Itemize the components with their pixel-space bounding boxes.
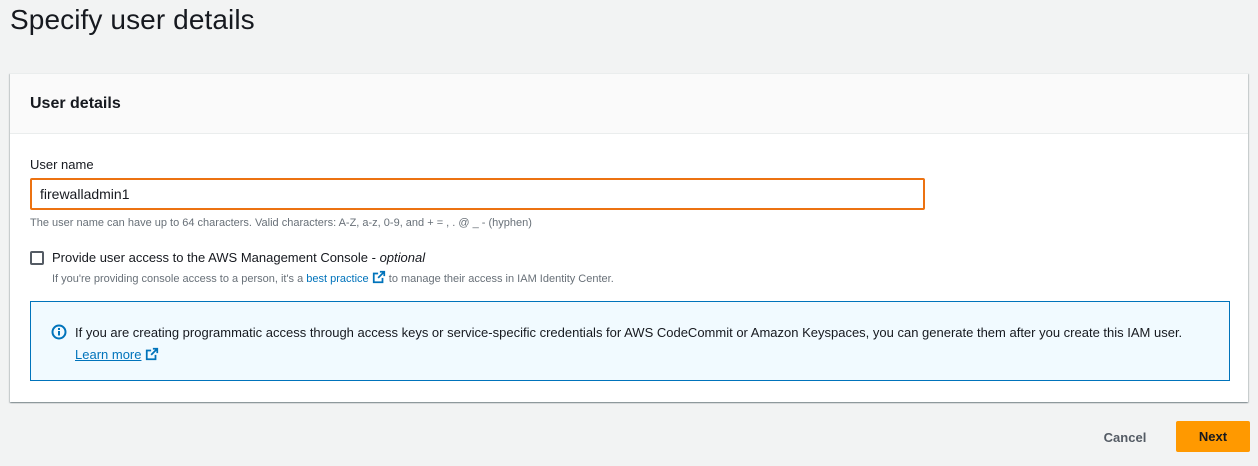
info-icon bbox=[51, 324, 67, 347]
console-access-checkbox[interactable] bbox=[30, 251, 44, 265]
learn-more-link-text: Learn more bbox=[75, 347, 142, 362]
panel-header: User details bbox=[10, 74, 1248, 134]
external-link-icon bbox=[372, 270, 386, 287]
username-input[interactable] bbox=[30, 178, 925, 210]
console-access-label-text: Provide user access to the AWS Managemen… bbox=[52, 250, 380, 265]
username-label: User name bbox=[30, 157, 94, 172]
console-desc-after: to manage their access in IAM Identity C… bbox=[385, 273, 614, 285]
page-title: Specify user details bbox=[10, 4, 255, 35]
best-practice-link-text: best practice bbox=[306, 273, 369, 285]
info-text: If you are creating programmatic access … bbox=[75, 325, 1183, 340]
panel-title: User details bbox=[30, 95, 121, 112]
console-desc-before: If you're providing console access to a … bbox=[52, 273, 307, 285]
external-link-icon bbox=[145, 346, 159, 368]
best-practice-link[interactable]: best practice bbox=[306, 270, 386, 287]
console-access-description: If you're providing console access to a … bbox=[52, 270, 614, 287]
next-button[interactable]: Next bbox=[1176, 421, 1250, 452]
user-details-panel: User details User name The user name can… bbox=[10, 73, 1248, 402]
learn-more-link[interactable]: Learn more bbox=[75, 347, 141, 362]
console-access-label[interactable]: Provide user access to the AWS Managemen… bbox=[52, 250, 425, 265]
info-alert: If you are creating programmatic access … bbox=[30, 301, 1230, 381]
username-hint: The user name can have up to 64 characte… bbox=[30, 217, 532, 229]
optional-tag: optional bbox=[379, 250, 426, 265]
cancel-button[interactable]: Cancel bbox=[1088, 422, 1162, 452]
